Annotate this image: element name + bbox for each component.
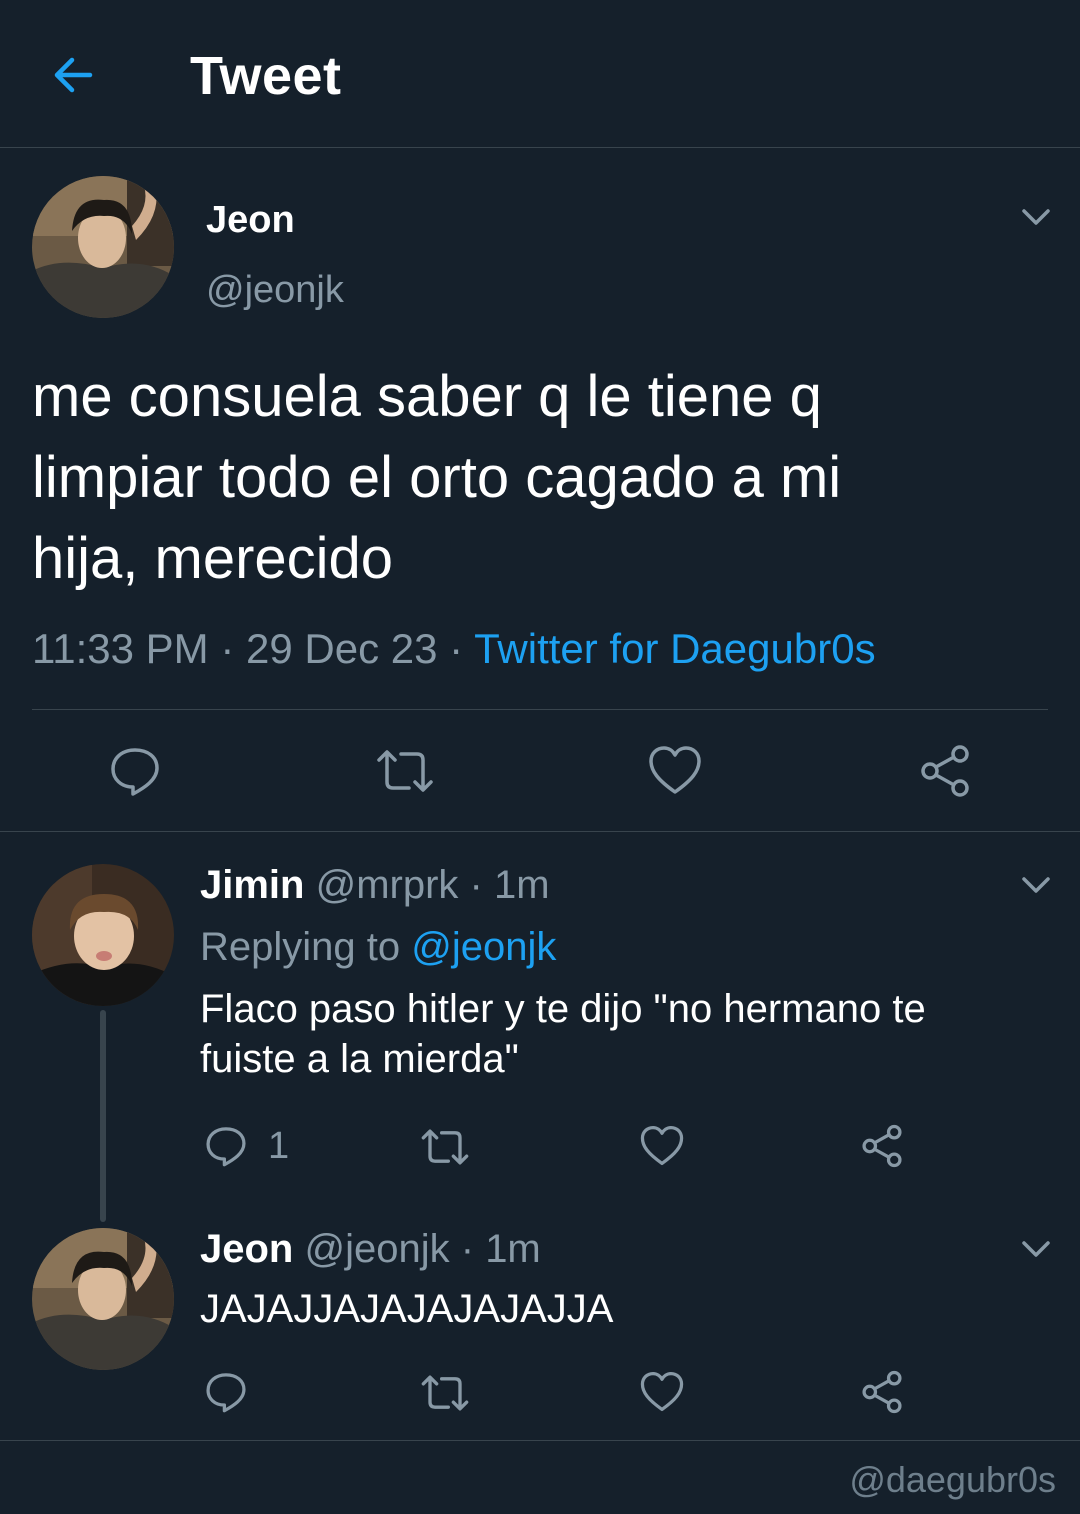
- divider: [32, 709, 1048, 710]
- avatar-jeon[interactable]: [32, 1228, 174, 1370]
- reply-icon[interactable]: [108, 744, 162, 798]
- divider: [0, 831, 1080, 832]
- divider: [0, 1440, 1080, 1441]
- retweet-icon[interactable]: [420, 1372, 470, 1414]
- watermark: @daegubr0s: [849, 1459, 1056, 1500]
- chevron-down-icon[interactable]: [1016, 196, 1056, 236]
- reply-icon[interactable]: [204, 1124, 248, 1168]
- reply-author-handle[interactable]: @jeonjk: [304, 1227, 449, 1271]
- reply-time: 1m: [485, 1227, 541, 1271]
- reply-icon[interactable]: [204, 1370, 248, 1414]
- share-icon[interactable]: [860, 1370, 904, 1414]
- share-icon[interactable]: [918, 744, 972, 798]
- arrow-left-icon[interactable]: [48, 50, 98, 100]
- like-icon[interactable]: [640, 1124, 684, 1167]
- replying-to: Replying to @jeonjk: [200, 922, 556, 972]
- tweet-meta: 11:33 PM · 29 Dec 23 · Twitter for Daegu…: [32, 622, 876, 676]
- tweet-date: 29 Dec 23: [246, 625, 438, 672]
- meta-separator: ·: [469, 863, 483, 907]
- avatar-jeon[interactable]: [32, 176, 174, 318]
- meta-separator: ·: [220, 625, 235, 672]
- reply-text: JAJAJJAJAJAJAJAJJA: [200, 1287, 614, 1331]
- replying-to-label: Replying to: [200, 925, 401, 969]
- page-title: Tweet: [190, 46, 342, 106]
- like-icon[interactable]: [640, 1370, 684, 1413]
- meta-separator: ·: [449, 625, 464, 672]
- like-icon[interactable]: [648, 744, 702, 796]
- avatar-jimin[interactable]: [32, 864, 174, 1006]
- top-bar: Tweet: [0, 0, 1080, 148]
- reply-count: 1: [268, 1125, 290, 1167]
- reply-author-name[interactable]: Jimin: [200, 863, 304, 907]
- retweet-icon[interactable]: [420, 1126, 470, 1168]
- reply-header: Jeon @jeonjk · 1m: [200, 1224, 541, 1274]
- thread-connector: [100, 1010, 106, 1222]
- share-icon[interactable]: [860, 1124, 904, 1168]
- reply-text: Flaco paso hitler y te dijo "no hermano …: [200, 987, 926, 1081]
- reply-author-handle[interactable]: @mrprk: [316, 863, 459, 907]
- tweet-text: me consuela saber q le tiene q limpiar t…: [32, 364, 842, 591]
- reply-header: Jimin @mrprk · 1m: [200, 860, 550, 910]
- author-handle[interactable]: @jeonjk: [206, 266, 344, 314]
- chevron-down-icon[interactable]: [1016, 864, 1056, 904]
- tweet-time: 11:33 PM: [32, 625, 209, 672]
- tweet-source-link[interactable]: Twitter for Daegubr0s: [474, 625, 876, 672]
- meta-separator: ·: [460, 1227, 475, 1271]
- retweet-icon[interactable]: [375, 746, 435, 796]
- chevron-down-icon[interactable]: [1016, 1228, 1056, 1268]
- replying-to-handle[interactable]: @jeonjk: [411, 925, 556, 969]
- reply-author-name[interactable]: Jeon: [200, 1227, 293, 1271]
- reply-time: 1m: [494, 863, 550, 907]
- author-name[interactable]: Jeon: [206, 196, 295, 244]
